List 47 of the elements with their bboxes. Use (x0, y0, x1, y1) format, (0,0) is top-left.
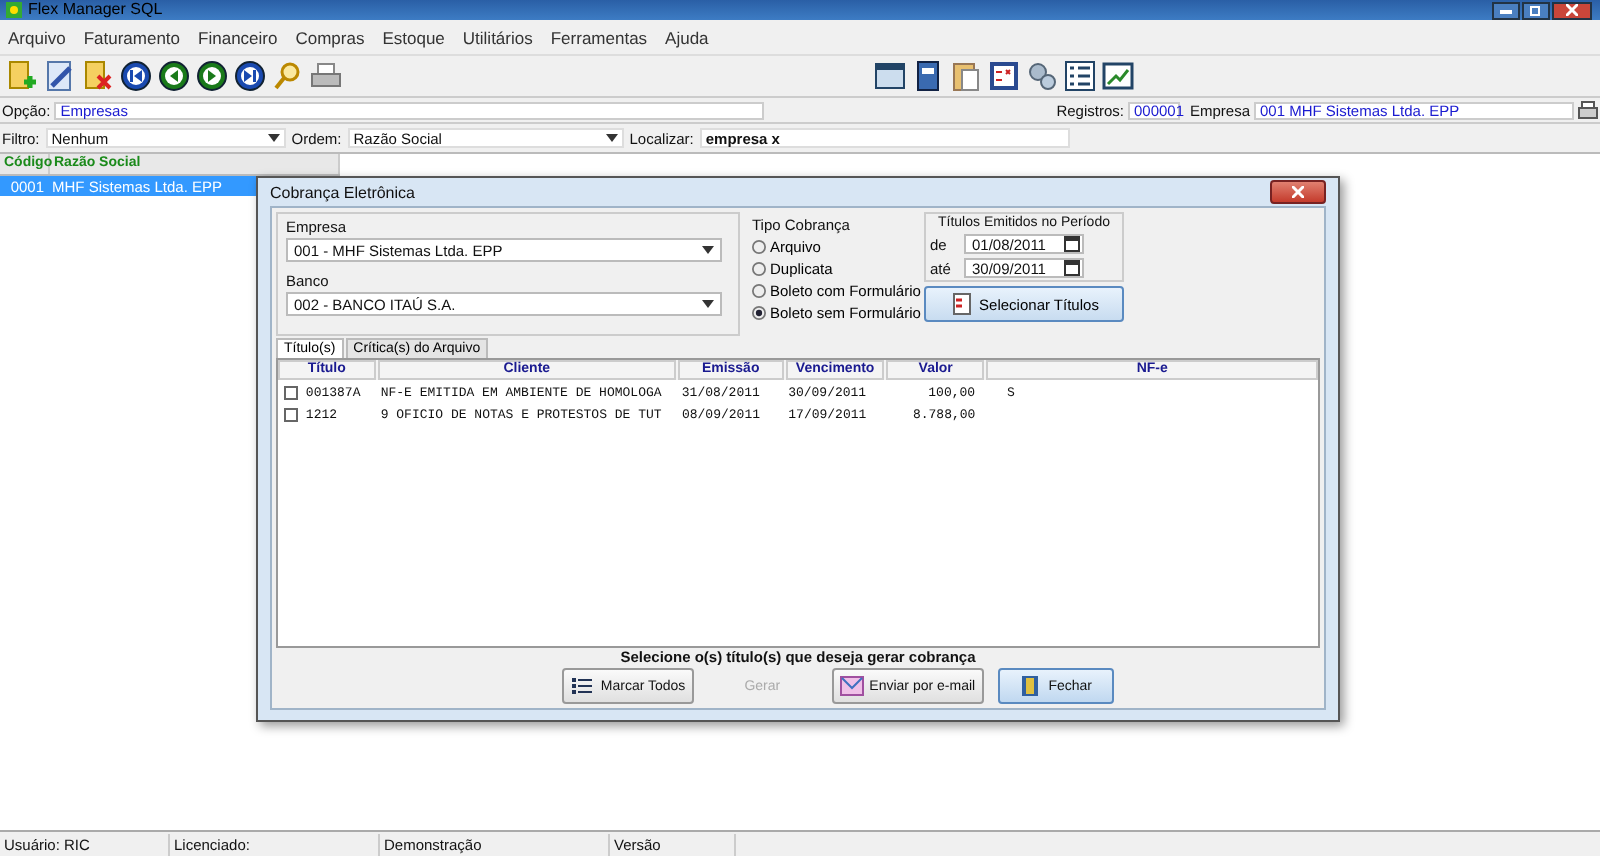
app-icon (6, 2, 22, 18)
next-icon[interactable] (196, 60, 228, 92)
restore-button[interactable] (1522, 1, 1550, 19)
radio-icon[interactable] (752, 284, 766, 298)
checkbox[interactable] (284, 386, 298, 400)
new-document-icon[interactable] (6, 60, 38, 92)
window-icon[interactable] (874, 60, 906, 92)
menu-item[interactable]: Utilitários (462, 27, 533, 47)
printer-icon[interactable] (310, 60, 342, 92)
menu-item[interactable]: Arquivo (8, 27, 66, 47)
printer-icon[interactable] (1578, 100, 1598, 120)
checkbox[interactable] (284, 408, 298, 422)
radio-icon[interactable] (752, 240, 766, 254)
delete-icon[interactable] (82, 60, 114, 92)
chart-icon[interactable] (1102, 60, 1134, 92)
clipboard-icon[interactable] (950, 60, 982, 92)
caret-icon (267, 134, 280, 142)
menu-item[interactable]: Financeiro (198, 27, 278, 47)
caret-icon (702, 246, 714, 254)
document-icon (949, 292, 974, 316)
menu-item[interactable]: Estoque (382, 27, 445, 47)
previous-icon[interactable] (158, 60, 190, 92)
restore-icon (1530, 4, 1542, 16)
list-icon (570, 674, 595, 698)
close-icon (1292, 186, 1304, 198)
close-icon (1566, 4, 1578, 16)
minimize-button[interactable] (1492, 1, 1520, 19)
last-icon[interactable] (234, 60, 266, 92)
window-title: Flex Manager SQL (28, 0, 163, 20)
calendar-icon[interactable] (1064, 236, 1080, 252)
close-button[interactable] (1552, 1, 1592, 19)
caret-icon (605, 134, 618, 142)
close-button[interactable] (1270, 180, 1326, 204)
door-icon (1018, 674, 1043, 698)
minimize-icon (1500, 6, 1512, 14)
menu-item[interactable]: Ajuda (665, 27, 709, 47)
menu-item[interactable]: Ferramentas (550, 27, 648, 47)
caret-icon (702, 300, 714, 308)
edit-icon[interactable] (44, 60, 76, 92)
radio-icon[interactable] (752, 306, 766, 320)
calendar-icon[interactable] (1064, 260, 1080, 276)
list-icon[interactable] (1064, 60, 1096, 92)
envelope-icon (839, 674, 864, 698)
radio-icon[interactable] (752, 262, 766, 276)
first-icon[interactable] (120, 60, 152, 92)
menu-item[interactable]: Faturamento (83, 27, 181, 47)
menu-item[interactable]: Compras (295, 27, 365, 47)
